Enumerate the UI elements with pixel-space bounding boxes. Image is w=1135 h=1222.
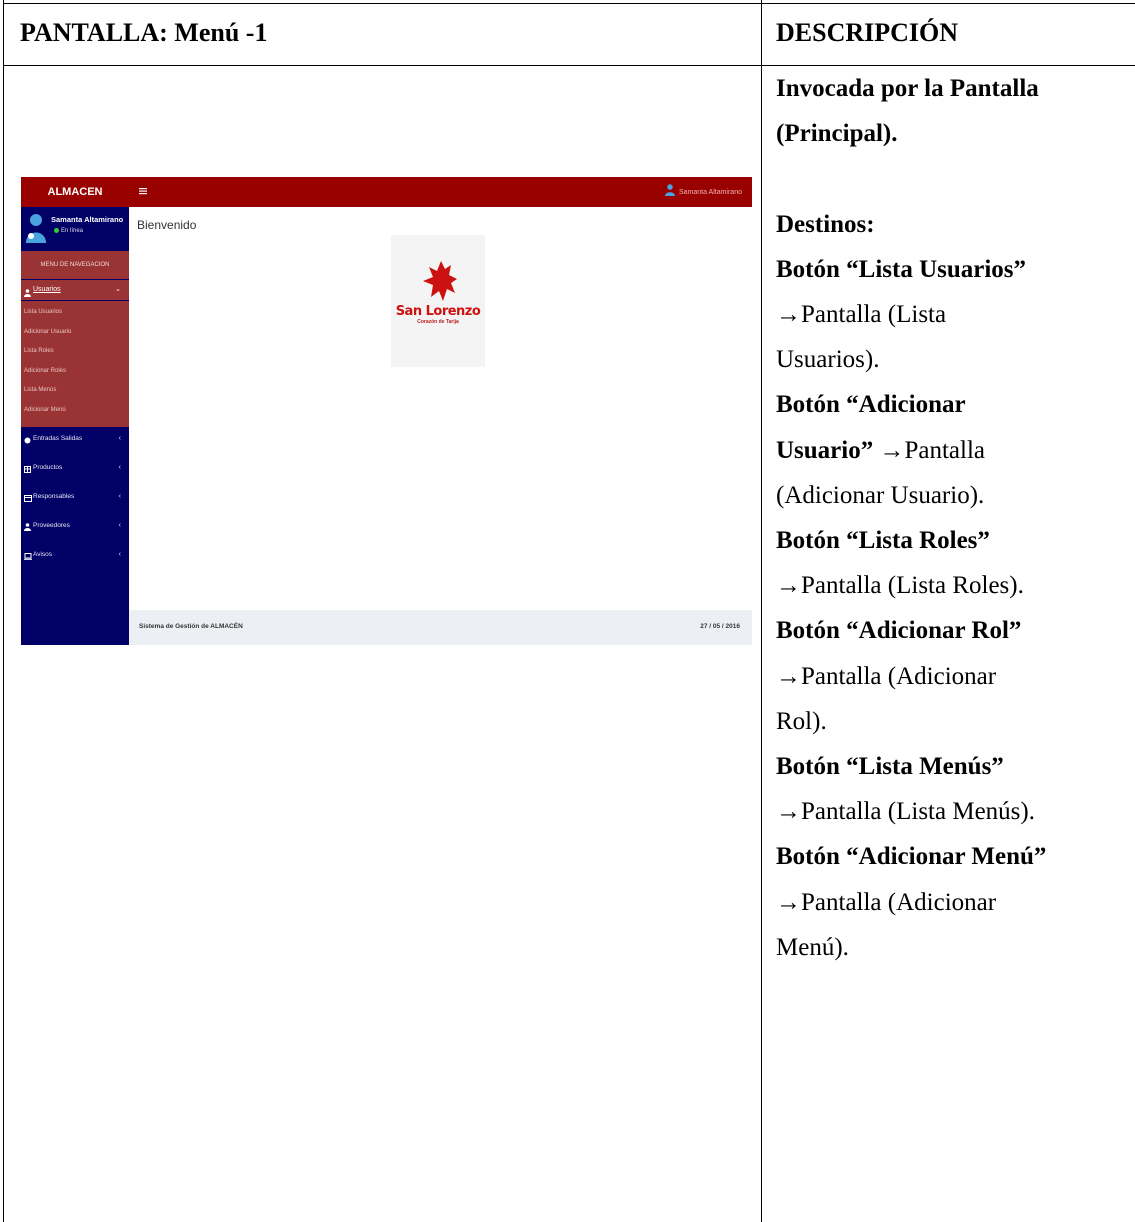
nav-header: MENU DE NAVEGACION — [21, 251, 129, 279]
top-navbar: ALMACEN Samanta Altamirano — [21, 177, 752, 207]
dest-lista-roles-target: →Pantalla (Lista Roles). — [776, 572, 1024, 600]
card-icon — [24, 493, 32, 509]
footer-date: 27 / 05 / 2016 — [700, 623, 740, 630]
user-panel: Samanta Altamirano En línea — [21, 207, 129, 249]
logo-subtext: Corazón de Tarija — [417, 319, 459, 325]
dest-lista-menus-target: →Pantalla (Lista Menús). — [776, 798, 1035, 826]
submenu-adicionar-menu[interactable]: Adicionar Menú — [24, 407, 66, 413]
invoked-by-line: Invocada por la Pantalla — [776, 75, 1039, 102]
dest-lista-roles: Botón “Lista Roles” — [776, 527, 990, 555]
horseman-logo-icon — [423, 261, 457, 301]
dest-adicionar-menu-target: →Pantalla (Adicionar — [776, 888, 997, 916]
submenu-adicionar-roles[interactable]: Adicionar Roles — [24, 368, 66, 374]
sidebar-item-usuarios[interactable]: Usuarios ⌄ — [21, 280, 129, 300]
chevron-left-icon: ‹ — [118, 464, 121, 471]
chevron-left-icon: ‹ — [118, 493, 121, 500]
dest-lista-usuarios-target: →Pantalla (Lista — [776, 301, 947, 329]
sidebar-item-productos[interactable]: Productos ‹ — [21, 460, 129, 476]
profile-name: Samanta Altamirano — [51, 215, 124, 224]
dest-lista-usuarios: Botón “Lista Usuarios” — [776, 255, 1027, 283]
online-status-label: En línea — [61, 228, 84, 235]
app-screenshot: ALMACEN Samanta Altamirano Samanta Altam… — [21, 177, 752, 645]
user-icon — [24, 522, 31, 538]
welcome-heading: Bienvenido — [137, 218, 197, 232]
chevron-left-icon: ‹ — [118, 551, 121, 558]
hamburger-icon[interactable] — [139, 185, 147, 199]
dest-adicionar-menu: Botón “Adicionar Menú” — [776, 843, 1047, 871]
logo-text: San Lorenzo — [395, 304, 481, 319]
dest-adicionar-menu-target-cont: Menú). — [776, 933, 849, 961]
dest-adicionar-rol-target-cont: Rol). — [776, 707, 827, 735]
submenu-adicionar-usuario[interactable]: Adicionar Usuario — [24, 329, 71, 335]
dest-adicionar-usuario: Botón “Adicionar — [776, 391, 966, 419]
dest-adicionar-rol: Botón “Adicionar Rol” — [776, 617, 1022, 645]
sidebar: Samanta Altamirano En línea MENU DE NAVE… — [21, 207, 129, 645]
top-user-name: Samanta Altamirano — [678, 188, 742, 196]
circle-icon — [24, 435, 31, 451]
table-border-left — [3, 0, 4, 1222]
screen-title: PANTALLA: Menú -1 — [20, 18, 268, 47]
chevron-down-icon: ⌄ — [115, 286, 121, 293]
sidebar-item-label: Entradas Salidas — [33, 435, 83, 442]
table-border-top — [3, 3, 1135, 4]
sidebar-item-label: Usuarios — [33, 286, 61, 293]
table-divider-column — [761, 0, 762, 1222]
destinations-label: Destinos: — [776, 210, 875, 238]
sidebar-item-label: Productos — [33, 464, 63, 471]
dest-adicionar-usuario-target-cont: (Adicionar Usuario). — [776, 481, 985, 509]
sidebar-item-avisos[interactable]: Avisos ‹ — [21, 547, 129, 563]
sidebar-item-proveedores[interactable]: Proveedores ‹ — [21, 518, 129, 534]
submenu-lista-menus[interactable]: Lista Menús — [24, 387, 56, 393]
dest-adicionar-usuario-target: →Pantalla — [873, 436, 986, 464]
table-icon — [24, 464, 31, 480]
laptop-icon — [24, 551, 32, 567]
dest-adicionar-usuario-bold: Usuario” — [776, 436, 874, 464]
app-brand[interactable]: ALMACEN — [21, 177, 129, 207]
description-body: Invocada por la Pantalla (Principal). De… — [776, 66, 1134, 970]
submenu-lista-roles[interactable]: Lista Roles — [24, 348, 54, 354]
footer-text: Sistema de Gestión de ALMACÉN — [139, 623, 243, 630]
dest-lista-menus: Botón “Lista Menús” — [776, 753, 1004, 781]
description-title: DESCRIPCIÓN — [776, 18, 959, 47]
online-dot-icon — [54, 228, 59, 233]
sidebar-item-entradas-salidas[interactable]: Entradas Salidas ‹ — [21, 431, 129, 447]
submenu-lista-usuarios[interactable]: Lista Usuarios — [24, 309, 62, 315]
usuarios-submenu: Lista Usuarios Adicionar Usuario Lista R… — [21, 301, 129, 427]
san-lorenzo-logo: San Lorenzo Corazón de Tarija — [391, 235, 485, 367]
app-footer: Sistema de Gestión de ALMACÉN 27 / 05 / … — [129, 610, 752, 645]
dest-adicionar-usuario-line: Usuario” →Pantalla — [776, 428, 1134, 473]
avatar-icon — [25, 213, 47, 248]
user-icon — [664, 183, 675, 201]
dest-adicionar-rol-target: →Pantalla (Adicionar — [776, 662, 997, 690]
document-table: PANTALLA: Menú -1 DESCRIPCIÓN Invocada p… — [0, 0, 1135, 1222]
sidebar-item-label: Responsables — [33, 493, 75, 500]
sidebar-item-label: Proveedores — [33, 522, 70, 529]
invoked-by-screen: (Principal). — [776, 120, 898, 148]
sidebar-item-label: Avisos — [33, 551, 53, 558]
chevron-left-icon: ‹ — [118, 522, 121, 529]
chevron-left-icon: ‹ — [118, 435, 121, 442]
user-menu[interactable]: Samanta Altamirano — [664, 177, 742, 207]
online-status: En línea — [54, 228, 83, 234]
dest-lista-usuarios-target-cont: Usuarios). — [776, 346, 880, 374]
sidebar-item-responsables[interactable]: Responsables ‹ — [21, 489, 129, 505]
